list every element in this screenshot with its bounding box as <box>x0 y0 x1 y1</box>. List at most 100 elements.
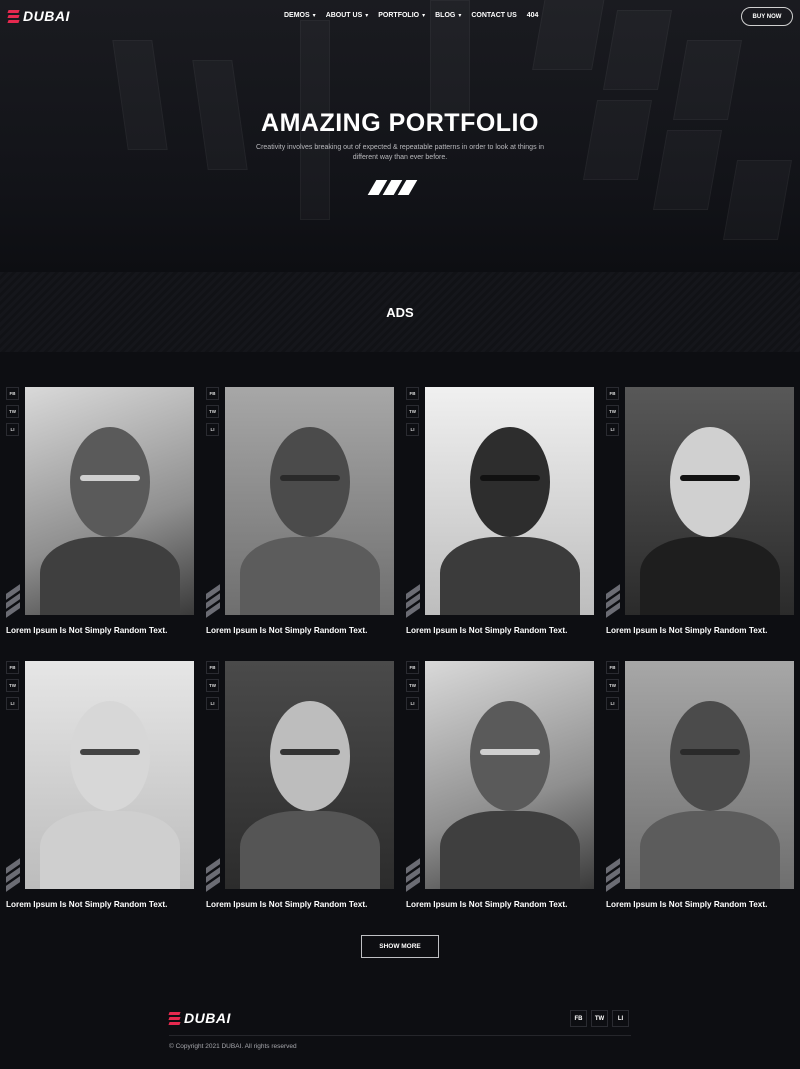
card-title[interactable]: Lorem Ipsum Is Not Simply Random Text. <box>6 626 167 635</box>
portfolio-image[interactable] <box>25 661 194 889</box>
card-title[interactable]: Lorem Ipsum Is Not Simply Random Text. <box>206 626 367 635</box>
twitter-icon[interactable]: TW <box>606 405 619 418</box>
portfolio-card: FB TW LI Lorem Ipsum Is Not Simply Random T… <box>606 387 796 642</box>
twitter-icon[interactable]: TW <box>6 679 19 692</box>
nav-item-blog[interactable]: BLOG ▾ <box>435 12 461 19</box>
portfolio-image[interactable] <box>225 387 394 615</box>
facebook-icon[interactable]: FB <box>606 661 619 674</box>
stripes-decoration-icon <box>6 857 20 892</box>
chevron-down-icon: ▾ <box>458 13 462 19</box>
logo-mark-icon <box>7 9 20 23</box>
footer-brand-name: DUBAI <box>184 1010 231 1026</box>
nav-item-label: 404 <box>526 12 539 19</box>
twitter-icon[interactable]: TW <box>591 1010 608 1027</box>
linkedin-icon[interactable]: LI <box>606 697 619 710</box>
portfolio-image[interactable] <box>25 387 194 615</box>
facebook-icon[interactable]: FB <box>6 661 19 674</box>
linkedin-icon[interactable]: LI <box>406 423 419 436</box>
nav-item-label: ABOUT US <box>325 12 363 19</box>
portfolio-card: FB TW LI Lorem Ipsum Is Not Simply Random T… <box>606 661 796 916</box>
stripes-decoration-icon <box>206 583 220 618</box>
stripes-divider-icon <box>367 180 418 195</box>
chevron-down-icon: ▾ <box>422 13 426 19</box>
buy-now-button[interactable]: BUY NOW <box>741 7 793 26</box>
card-title[interactable]: Lorem Ipsum Is Not Simply Random Text. <box>6 900 167 909</box>
twitter-icon[interactable]: TW <box>406 679 419 692</box>
linkedin-icon[interactable]: LI <box>612 1010 629 1027</box>
nav-item-portfolio[interactable]: PORTFOLIO ▾ <box>378 12 425 19</box>
stripes-decoration-icon <box>406 857 420 892</box>
nav-item-label: DEMOS <box>284 12 310 19</box>
portfolio-image[interactable] <box>625 661 794 889</box>
copyright-text: © Copyright 2021 DUBAI. All rights reser… <box>169 1043 297 1050</box>
twitter-icon[interactable]: TW <box>606 679 619 692</box>
linkedin-icon[interactable]: LI <box>606 423 619 436</box>
nav-item-label: CONTACT US <box>471 12 517 19</box>
facebook-icon[interactable]: FB <box>570 1010 587 1027</box>
card-socials: FB TW LI <box>6 661 19 710</box>
chevron-down-icon: ▾ <box>365 13 369 19</box>
page-title: AMAZING PORTFOLIO <box>261 109 539 137</box>
top-navigation: DUBAI DEMOS ▾ ABOUT US ▾ PORTFOLIO ▾ BLO… <box>0 0 800 34</box>
brand-logo[interactable]: DUBAI <box>7 8 70 24</box>
stripes-decoration-icon <box>6 583 20 618</box>
portfolio-image[interactable] <box>225 661 394 889</box>
card-socials: FB TW LI <box>406 387 419 436</box>
card-socials: FB TW LI <box>406 661 419 710</box>
brand-name: DUBAI <box>23 8 70 24</box>
portfolio-card: FB TW LI Lorem Ipsum Is Not Simply Random T… <box>6 387 196 642</box>
nav-item-demos[interactable]: DEMOS ▾ <box>284 12 316 19</box>
linkedin-icon[interactable]: LI <box>6 697 19 710</box>
linkedin-icon[interactable]: LI <box>206 697 219 710</box>
nav-item-404[interactable]: 404 <box>527 12 539 19</box>
linkedin-icon[interactable]: LI <box>406 697 419 710</box>
card-title[interactable]: Lorem Ipsum Is Not Simply Random Text. <box>606 626 767 635</box>
facebook-icon[interactable]: FB <box>606 387 619 400</box>
card-socials: FB TW LI <box>206 387 219 436</box>
portfolio-card: FB TW LI Lorem Ipsum Is Not Simply Random T… <box>206 387 396 642</box>
facebook-icon[interactable]: FB <box>6 387 19 400</box>
facebook-icon[interactable]: FB <box>206 661 219 674</box>
card-socials: FB TW LI <box>6 387 19 436</box>
nav-item-label: PORTFOLIO <box>378 12 420 19</box>
card-title[interactable]: Lorem Ipsum Is Not Simply Random Text. <box>206 900 367 909</box>
portfolio-image[interactable] <box>425 387 594 615</box>
facebook-icon[interactable]: FB <box>406 387 419 400</box>
card-socials: FB TW LI <box>206 661 219 710</box>
card-title[interactable]: Lorem Ipsum Is Not Simply Random Text. <box>606 900 767 909</box>
footer-logo[interactable]: DUBAI <box>168 1010 231 1026</box>
footer-divider <box>169 1035 631 1036</box>
nav-item-about-us[interactable]: ABOUT US ▾ <box>326 12 369 19</box>
portfolio-card: FB TW LI Lorem Ipsum Is Not Simply Random T… <box>6 661 196 916</box>
twitter-icon[interactable]: TW <box>206 405 219 418</box>
section-title: ADS <box>386 305 414 320</box>
linkedin-icon[interactable]: LI <box>206 423 219 436</box>
hero-subtitle: Creativity involves breaking out of expe… <box>256 144 544 161</box>
card-socials: FB TW LI <box>606 661 619 710</box>
portfolio-card: FB TW LI Lorem Ipsum Is Not Simply Random T… <box>206 661 396 916</box>
footer-socials: FB TW LI <box>570 1010 629 1027</box>
stripes-decoration-icon <box>606 857 620 892</box>
card-socials: FB TW LI <box>606 387 619 436</box>
show-more-button[interactable]: SHOW MORE <box>361 935 439 958</box>
stripes-decoration-icon <box>406 583 420 618</box>
portfolio-card: FB TW LI Lorem Ipsum Is Not Simply Random T… <box>406 661 596 916</box>
twitter-icon[interactable]: TW <box>406 405 419 418</box>
portfolio-image[interactable] <box>425 661 594 889</box>
portfolio-image[interactable] <box>625 387 794 615</box>
logo-mark-icon <box>168 1011 181 1025</box>
card-title[interactable]: Lorem Ipsum Is Not Simply Random Text. <box>406 900 567 909</box>
twitter-icon[interactable]: TW <box>206 679 219 692</box>
nav-item-label: BLOG <box>435 12 456 19</box>
facebook-icon[interactable]: FB <box>406 661 419 674</box>
portfolio-card: FB TW LI Lorem Ipsum Is Not Simply Random T… <box>406 387 596 642</box>
twitter-icon[interactable]: TW <box>6 405 19 418</box>
main-menu: DEMOS ▾ ABOUT US ▾ PORTFOLIO ▾ BLOG ▾ CO… <box>284 12 538 19</box>
nav-item-contact-us[interactable]: CONTACT US <box>471 12 516 19</box>
stripes-decoration-icon <box>606 583 620 618</box>
linkedin-icon[interactable]: LI <box>6 423 19 436</box>
chevron-down-icon: ▾ <box>312 13 316 19</box>
stripes-decoration-icon <box>206 857 220 892</box>
card-title[interactable]: Lorem Ipsum Is Not Simply Random Text. <box>406 626 567 635</box>
facebook-icon[interactable]: FB <box>206 387 219 400</box>
